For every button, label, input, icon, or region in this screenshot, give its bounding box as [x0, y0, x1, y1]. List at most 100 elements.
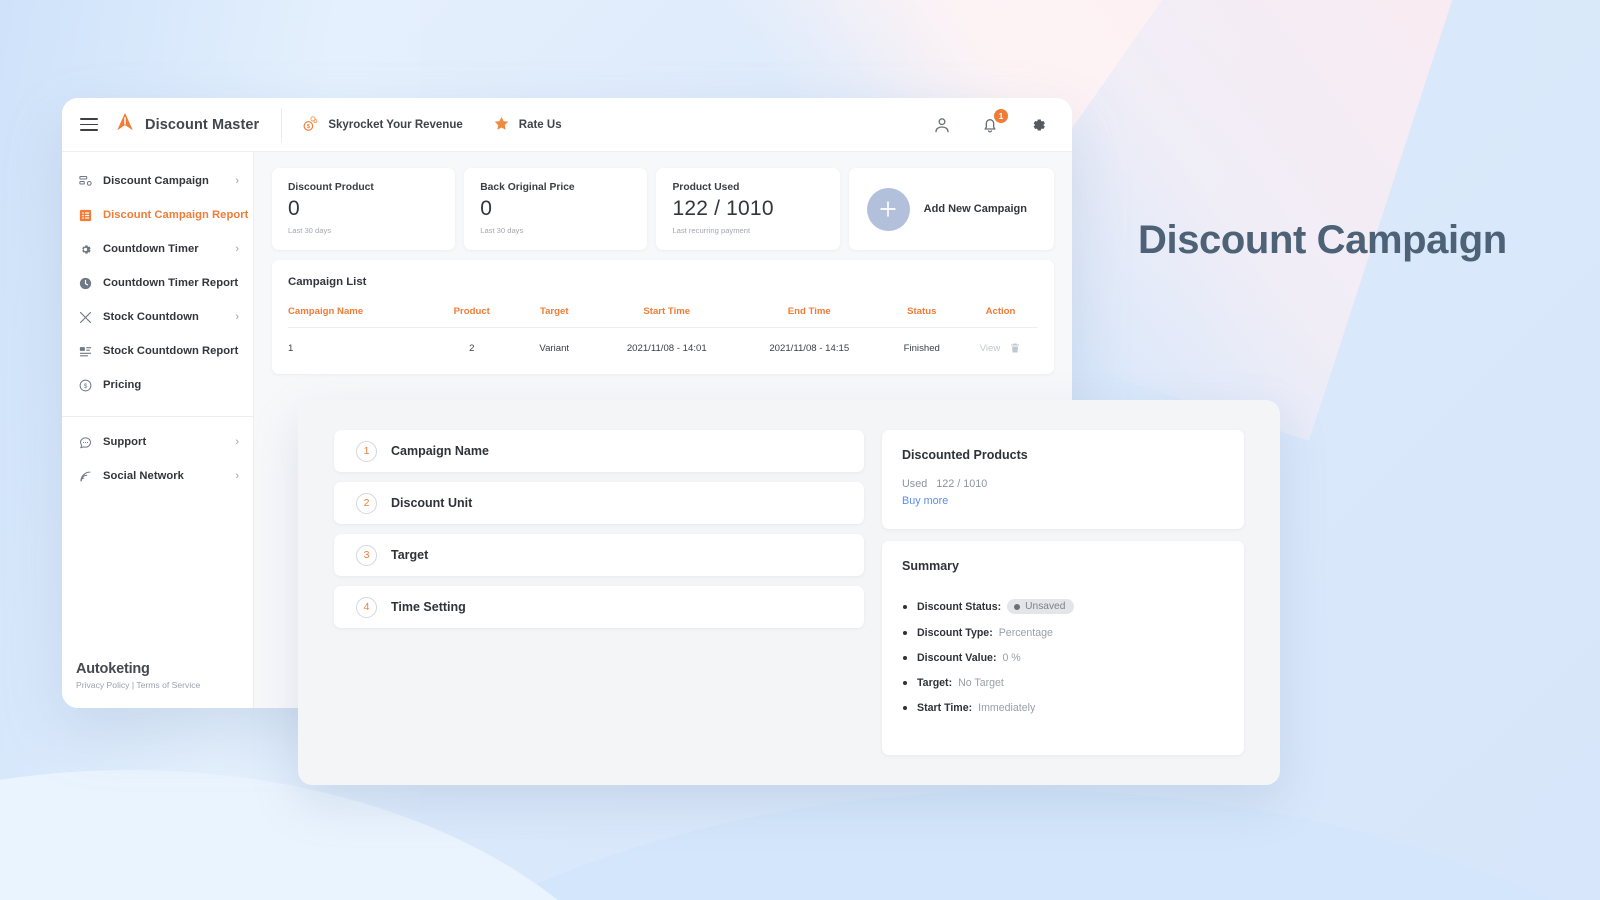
- autoketing-logo: Autoketing: [76, 661, 150, 677]
- coins-icon: $: [302, 115, 319, 135]
- sidebar-secondary-group: Support › Social Network ›: [62, 423, 253, 499]
- column-status[interactable]: Status: [880, 306, 963, 328]
- sidebar-divider: [62, 416, 253, 417]
- table-header-row: Campaign Name Product Target Start Time …: [288, 306, 1038, 328]
- stat-title: Product Used: [672, 182, 740, 193]
- summary-card: Summary Discount Status: Unsaved Discoun…: [882, 541, 1244, 755]
- campaign-table-head: Campaign Name Product Target Start Time …: [288, 306, 1038, 328]
- column-start-time[interactable]: Start Time: [595, 306, 738, 328]
- summary-item-discount-status: Discount Status: Unsaved: [902, 599, 1224, 614]
- summary-list: Discount Status: Unsaved Discount Type: …: [902, 599, 1224, 714]
- cell-product: 2: [469, 342, 475, 354]
- sidebar-item-stock-countdown[interactable]: Stock Countdown ›: [62, 300, 253, 334]
- sidebar-item-discount-campaign[interactable]: Discount Campaign ›: [62, 164, 253, 198]
- step-target[interactable]: 3 Target: [334, 534, 864, 576]
- chevron-right-icon: ›: [235, 242, 239, 255]
- trash-icon[interactable]: [1009, 342, 1021, 354]
- cell-start-time: 2021/11/08 - 14:01: [626, 342, 707, 354]
- summary-key: Discount Value:: [917, 652, 997, 664]
- footer-links[interactable]: Privacy Policy | Terms of Service: [76, 680, 253, 690]
- chevron-right-icon: ›: [235, 174, 239, 187]
- gear-icon[interactable]: [1028, 115, 1048, 135]
- column-campaign-name[interactable]: Campaign Name: [288, 306, 431, 328]
- buy-more-link[interactable]: Buy more: [902, 495, 948, 507]
- svg-text:$: $: [84, 382, 88, 389]
- wizard-steps: 1 Campaign Name 2 Discount Unit 3 Target…: [334, 430, 864, 755]
- chevron-right-icon: ›: [235, 435, 239, 448]
- stat-value: 0: [480, 197, 493, 220]
- tools-icon: [78, 310, 93, 325]
- person-icon[interactable]: [932, 115, 952, 135]
- step-number: 4: [356, 596, 377, 618]
- summary-title: Summary: [902, 559, 959, 573]
- sidebar-item-countdown-timer[interactable]: Countdown Timer ›: [62, 232, 253, 266]
- column-end-time[interactable]: End Time: [738, 306, 881, 328]
- plus-icon: [866, 187, 910, 231]
- notification-badge: 1: [994, 108, 1008, 123]
- report-icon: [78, 208, 93, 223]
- sidebar-label: Stock Countdown Report: [103, 345, 239, 357]
- sidebar-label: Countdown Timer: [103, 243, 199, 255]
- campaign-list-card: Campaign List Campaign Name Product Targ…: [272, 260, 1054, 374]
- sidebar-item-pricing[interactable]: $ Pricing: [62, 368, 253, 402]
- step-label: Discount Unit: [391, 496, 473, 510]
- brand-name: Discount Master: [145, 116, 260, 133]
- sidebar-primary-group: Discount Campaign › Discount Campaign Re…: [62, 162, 253, 408]
- wizard-side-panels: Discounted Products Used 122 / 1010 Buy …: [882, 430, 1244, 755]
- step-discount-unit[interactable]: 2 Discount Unit: [334, 482, 864, 524]
- step-label: Time Setting: [391, 600, 466, 614]
- summary-item-start-time: Start Time: Immediately: [902, 702, 1224, 714]
- sidebar-item-social-network[interactable]: Social Network ›: [62, 459, 253, 493]
- bell-icon[interactable]: 1: [980, 108, 1008, 135]
- step-time-setting[interactable]: 4 Time Setting: [334, 586, 864, 628]
- table-row[interactable]: 1 2 Variant 2021/11/08 - 14:01 2021/11/0…: [288, 328, 1038, 355]
- campaign-table-body: 1 2 Variant 2021/11/08 - 14:01 2021/11/0…: [288, 328, 1038, 355]
- page-caption: Discount Campaign: [1138, 218, 1507, 262]
- cell-end-time: 2021/11/08 - 14:15: [769, 342, 850, 354]
- step-campaign-name[interactable]: 1 Campaign Name: [334, 430, 864, 472]
- summary-key: Discount Status:: [917, 600, 1002, 613]
- used-label: Used: [902, 478, 928, 490]
- step-number: 1: [356, 440, 377, 462]
- cell-target: Variant: [539, 342, 570, 354]
- summary-value: Immediately: [978, 702, 1036, 714]
- summary-item-target: Target: No Target: [902, 677, 1224, 689]
- dollar-circle-icon: $: [78, 378, 93, 393]
- chevron-right-icon: ›: [235, 469, 239, 482]
- campaign-icon: [78, 174, 93, 189]
- summary-value: Percentage: [998, 627, 1053, 639]
- add-new-campaign-label: Add New Campaign: [923, 203, 1027, 215]
- sidebar-item-stock-countdown-report[interactable]: Stock Countdown Report: [62, 334, 253, 368]
- stat-subtitle: Last 30 days: [288, 226, 332, 236]
- discounted-products-title: Discounted Products: [902, 448, 1028, 462]
- sidebar-item-countdown-timer-report[interactable]: Countdown Timer Report: [62, 266, 253, 300]
- hamburger-icon[interactable]: [80, 118, 98, 131]
- rss-icon: [78, 469, 93, 484]
- stat-card-back-original-price: Back Original Price 0 Last 30 days: [464, 168, 648, 250]
- chevron-right-icon: ›: [235, 310, 239, 323]
- add-new-campaign-button[interactable]: Add New Campaign: [848, 168, 1055, 250]
- sidebar: Discount Campaign › Discount Campaign Re…: [62, 152, 254, 708]
- stat-value: 0: [288, 197, 300, 220]
- sidebar-label: Stock Countdown: [103, 311, 199, 323]
- campaign-table: Campaign Name Product Target Start Time …: [288, 306, 1038, 354]
- rate-us-link[interactable]: Rate Us: [493, 115, 562, 135]
- sidebar-label: Support: [103, 436, 147, 448]
- sidebar-item-support[interactable]: Support ›: [62, 425, 253, 459]
- column-target[interactable]: Target: [513, 306, 596, 328]
- column-action[interactable]: Action: [963, 306, 1038, 328]
- view-link[interactable]: View: [980, 343, 1001, 354]
- sidebar-footer: Autoketing Privacy Policy | Terms of Ser…: [62, 661, 253, 708]
- step-label: Target: [391, 548, 429, 562]
- brand[interactable]: Discount Master: [114, 111, 281, 138]
- clock-icon: [78, 276, 93, 291]
- sidebar-item-discount-campaign-report[interactable]: Discount Campaign Report: [62, 198, 253, 232]
- skyrocket-revenue-link[interactable]: $ Skyrocket Your Revenue: [302, 115, 463, 135]
- step-number: 2: [356, 492, 377, 514]
- skyrocket-revenue-label: Skyrocket Your Revenue: [328, 118, 463, 131]
- step-label: Campaign Name: [391, 444, 489, 458]
- column-product[interactable]: Product: [430, 306, 513, 328]
- used-value: 122 / 1010: [936, 478, 988, 490]
- stat-row: Discount Product 0 Last 30 days Back Ori…: [272, 168, 1055, 250]
